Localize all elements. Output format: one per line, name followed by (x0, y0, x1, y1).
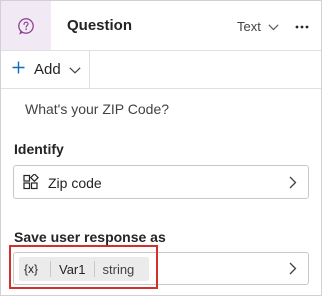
identify-selector[interactable]: Zip code (13, 165, 309, 199)
save-response-label: Save user response as (14, 229, 166, 245)
question-message[interactable]: What's your ZIP Code? (25, 101, 169, 117)
node-title: Question (67, 17, 133, 34)
question-node-card: Question Text Add What's your ZIP Code? … (0, 0, 322, 296)
save-response-selector[interactable]: {x} Var1 string (13, 252, 309, 285)
variable-chip[interactable]: {x} Var1 string (19, 257, 149, 281)
type-select-value: Text (237, 18, 261, 34)
add-button[interactable]: Add (1, 51, 90, 88)
add-button-label: Add (34, 61, 61, 78)
entity-icon (23, 173, 39, 195)
question-bubble-icon (1, 1, 51, 50)
node-header: Question Text (1, 1, 321, 50)
chevron-down-icon (268, 19, 279, 34)
identify-label: Identify (14, 141, 64, 157)
identify-value: Zip code (48, 175, 102, 191)
chevron-right-icon (289, 176, 297, 194)
variable-icon: {x} (24, 262, 39, 276)
variable-type: string (102, 261, 135, 277)
variable-name: Var1 (59, 261, 86, 277)
chevron-down-icon (69, 61, 81, 79)
type-select[interactable]: Text (237, 16, 279, 36)
more-horizontal-icon (295, 16, 309, 34)
more-options-button[interactable] (291, 15, 313, 35)
plus-icon (12, 61, 25, 79)
node-toolbar: Add (1, 50, 321, 89)
chevron-right-icon (289, 262, 297, 280)
